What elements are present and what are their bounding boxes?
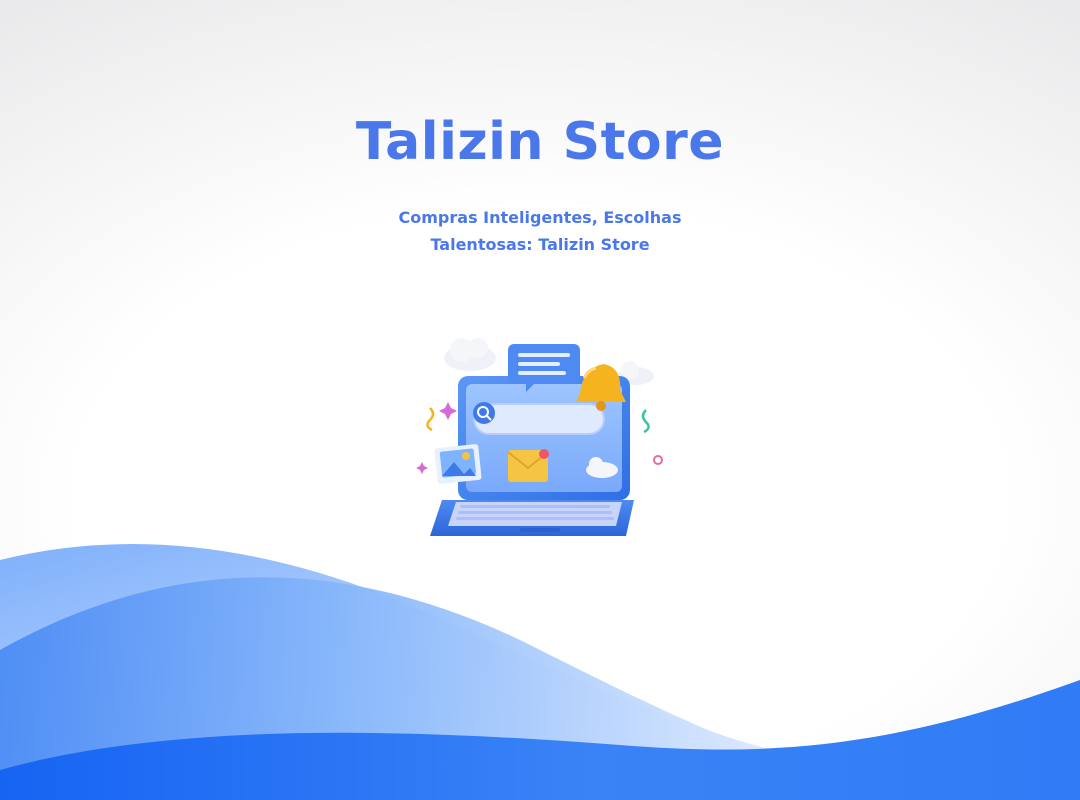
decorative-waves [0, 544, 1080, 800]
cloud-icon [444, 338, 496, 371]
image-card-icon [434, 444, 482, 484]
search-bar-icon [473, 402, 605, 435]
page-subtitle: Compras Inteligentes, Escolhas Talentosa… [398, 208, 682, 254]
page-title: Talizin Store [355, 112, 725, 172]
envelope-icon [507, 449, 549, 482]
laptop-online-shopping-icon [416, 338, 663, 536]
